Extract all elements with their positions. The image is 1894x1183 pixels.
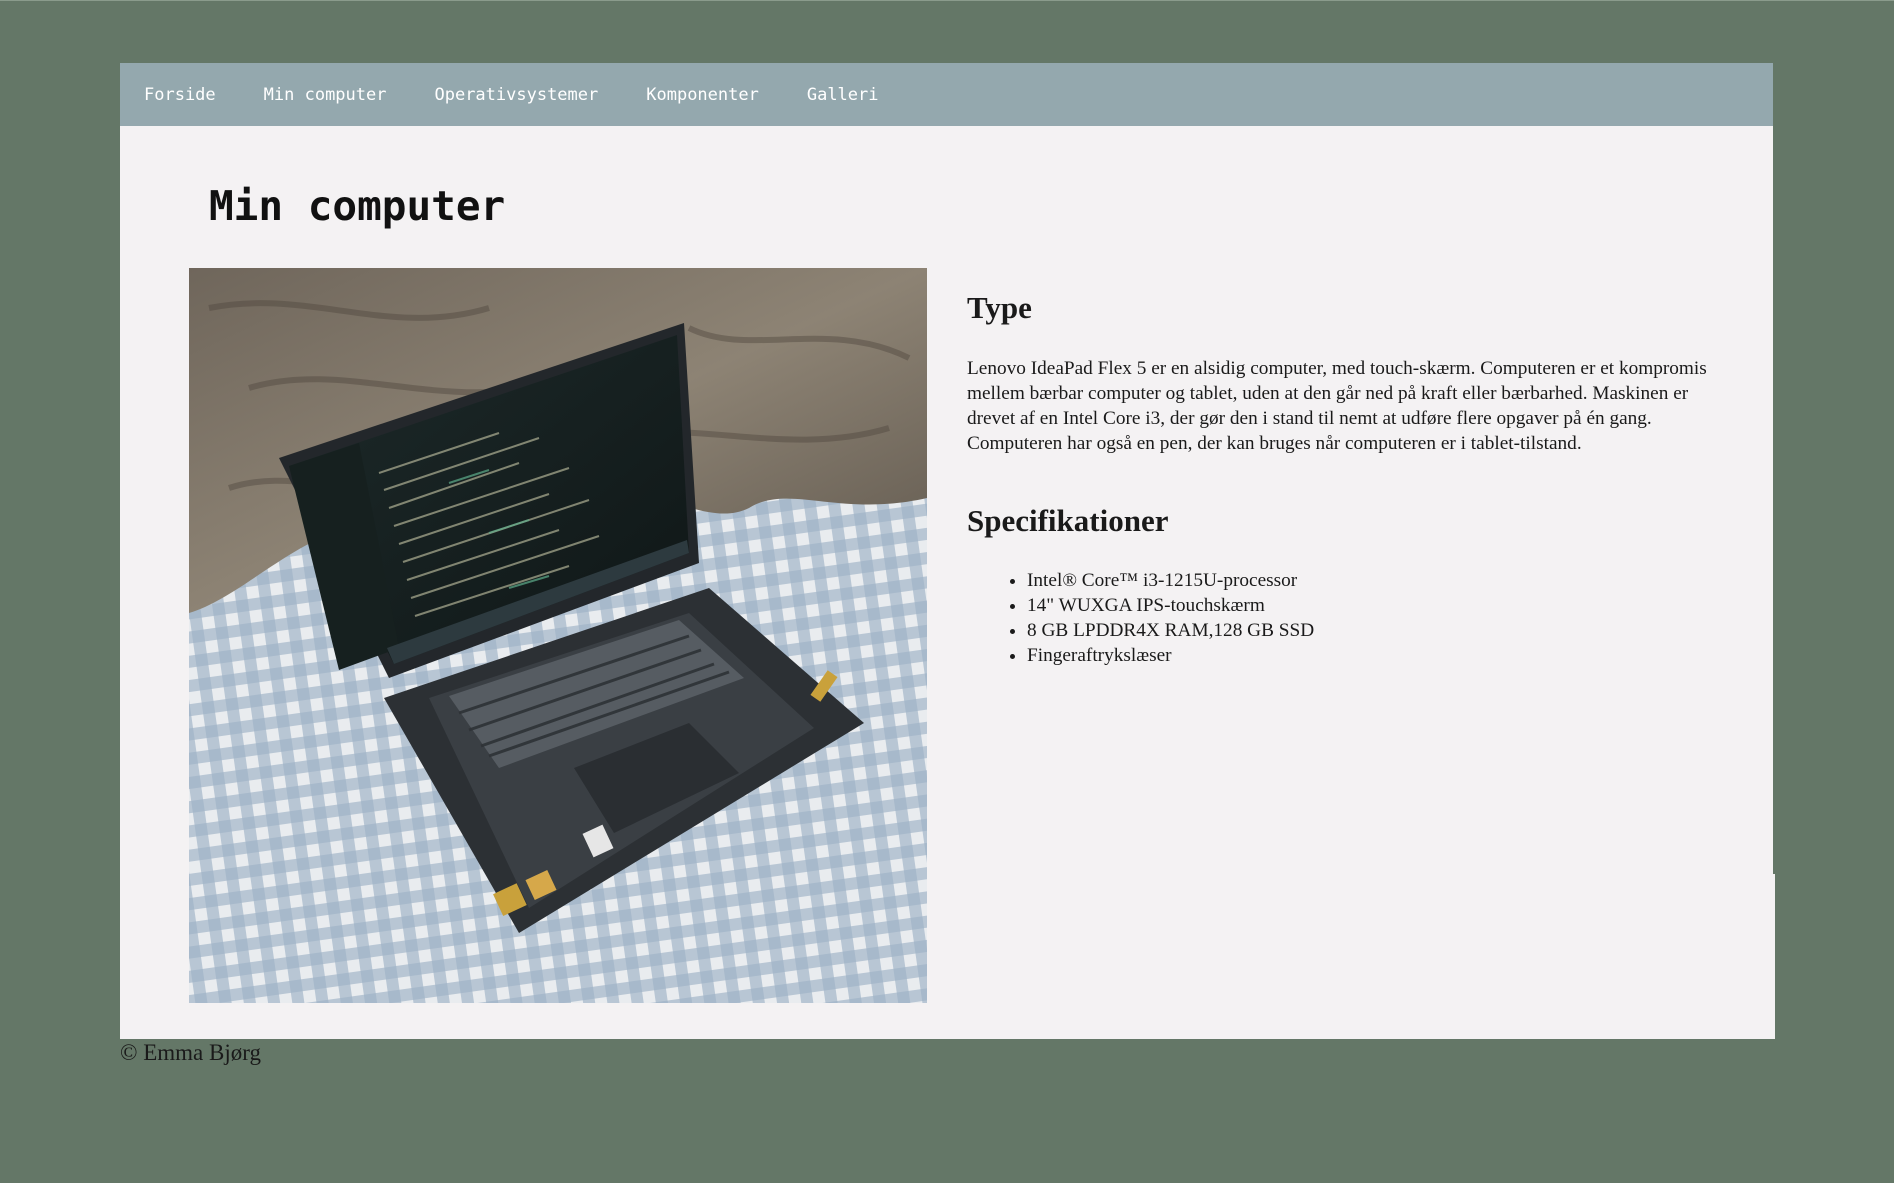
specs-list: Intel® Core™ i3-1215U-processor 14" WUXG… — [967, 568, 1314, 668]
main-navigation: Forside Min computer Operativsystemer Ko… — [120, 63, 1773, 126]
type-heading: Type — [967, 290, 1032, 325]
top-border — [0, 0, 1894, 1]
spec-item: 14" WUXGA IPS-touchskærm — [1027, 593, 1314, 618]
nav-link-forside[interactable]: Forside — [144, 85, 216, 105]
laptop-photo — [189, 268, 927, 1003]
nav-link-operativsystemer[interactable]: Operativsystemer — [434, 85, 598, 105]
spec-item: Intel® Core™ i3-1215U-processor — [1027, 568, 1314, 593]
type-description: Lenovo IdeaPad Flex 5 er en alsidig comp… — [967, 358, 1707, 454]
nav-link-galleri[interactable]: Galleri — [807, 85, 879, 105]
spec-item: 8 GB LPDDR4X RAM,128 GB SSD — [1027, 618, 1314, 643]
nav-link-komponenter[interactable]: Komponenter — [646, 85, 759, 105]
footer-copyright: © Emma Bjørg — [120, 1040, 261, 1065]
specs-heading: Specifikationer — [967, 503, 1169, 538]
nav-link-min-computer[interactable]: Min computer — [264, 85, 387, 105]
spec-item: Fingeraftrykslæser — [1027, 643, 1314, 668]
page-title: Min computer — [209, 182, 506, 230]
